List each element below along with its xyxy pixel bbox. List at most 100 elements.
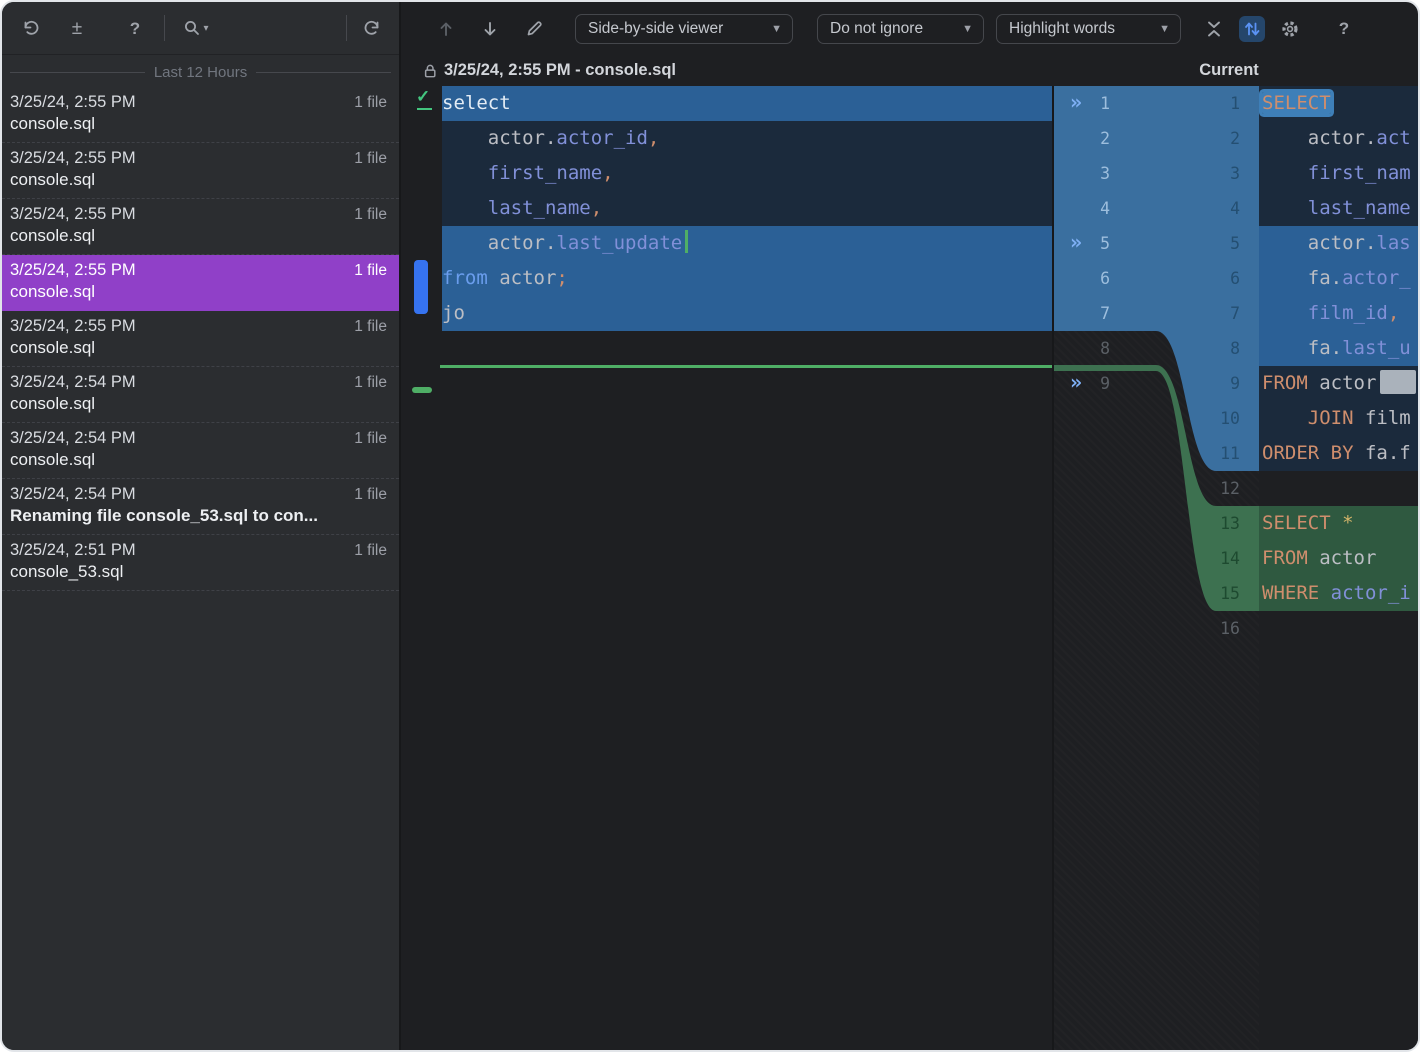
line-number-left[interactable]: 1: [1054, 86, 1110, 121]
history-entry[interactable]: 3/25/24, 2:55 PM 1 file console.sql: [2, 87, 399, 143]
line-number-left[interactable]: 4: [1054, 191, 1110, 226]
line-number-right[interactable]: 6: [1200, 261, 1240, 296]
code-line[interactable]: first_nam: [1259, 156, 1418, 191]
code-line[interactable]: last_name,: [442, 191, 1052, 226]
highlight-mode-dropdown[interactable]: Highlight words ▼: [996, 13, 1181, 44]
code-line[interactable]: actor.act: [1259, 121, 1418, 156]
code-line[interactable]: first_name,: [442, 156, 1052, 191]
code-token: actor: [1307, 547, 1377, 569]
code-line[interactable]: from actor;: [442, 261, 1052, 296]
settings-icon[interactable]: [1277, 16, 1303, 42]
line-number-right[interactable]: 3: [1200, 156, 1240, 191]
code-token: first_nam: [1307, 162, 1411, 184]
code-line[interactable]: [442, 366, 1052, 401]
code-line[interactable]: ORDER BY fa.f: [1259, 436, 1418, 471]
code-line[interactable]: FROM actor: [1259, 366, 1418, 401]
code-token: actor.: [1262, 127, 1377, 149]
line-number-right[interactable]: 7: [1200, 296, 1240, 331]
code-line[interactable]: SELECT: [1259, 86, 1418, 121]
collapse-unchanged-icon[interactable]: [1201, 16, 1227, 42]
history-entry[interactable]: 3/25/24, 2:54 PM 1 file console.sql: [2, 367, 399, 423]
code-line[interactable]: jo: [442, 296, 1052, 331]
code-token: FROM: [1262, 372, 1308, 394]
code-token: ,: [1387, 302, 1400, 324]
line-number-left[interactable]: 5: [1054, 226, 1110, 261]
next-change-icon[interactable]: [477, 16, 503, 42]
search-icon[interactable]: ▾: [177, 15, 215, 41]
code-line[interactable]: FROM actor: [1259, 541, 1418, 576]
old-version-pane[interactable]: ✓ select actor.actor_id, first_name, las…: [410, 86, 1052, 1050]
history-entry[interactable]: 3/25/24, 2:54 PM 1 file Renaming file cons…: [2, 479, 399, 535]
history-entry[interactable]: 3/25/24, 2:55 PM 1 file console.sql: [2, 199, 399, 255]
code-line[interactable]: SELECT *: [1259, 506, 1418, 541]
line-number-right[interactable]: 16: [1200, 611, 1240, 646]
line-number-right[interactable]: 13: [1200, 506, 1240, 541]
line-number-right[interactable]: 5: [1200, 226, 1240, 261]
code-line[interactable]: actor.last_update: [442, 226, 1052, 261]
revert-icon[interactable]: [359, 15, 385, 41]
line-number-left[interactable]: 9: [1054, 366, 1110, 401]
line-number-right[interactable]: 10: [1200, 401, 1240, 436]
toolbar-separator: [164, 15, 165, 41]
sync-scrolling-icon[interactable]: [1239, 15, 1265, 42]
current-version-pane[interactable]: SELECT actor.act first_nam last_name act…: [1259, 86, 1418, 1050]
line-number-right[interactable]: 15: [1200, 576, 1240, 611]
line-number-right[interactable]: 14: [1200, 541, 1240, 576]
code-line[interactable]: fa.actor_: [1259, 261, 1418, 296]
code-token: jo: [442, 302, 465, 324]
undo-icon[interactable]: [18, 15, 44, 41]
history-entry[interactable]: 3/25/24, 2:55 PM 1 file console.sql: [2, 255, 399, 311]
line-number-left[interactable]: 6: [1054, 261, 1110, 296]
history-entry[interactable]: 3/25/24, 2:51 PM 1 file console_53.sql: [2, 535, 399, 591]
code-line[interactable]: film_id,: [1259, 296, 1418, 331]
line-number-right[interactable]: 12: [1200, 471, 1240, 506]
code-line[interactable]: fa.last_u: [1259, 331, 1418, 366]
code-line[interactable]: actor.las: [1259, 226, 1418, 261]
show-diff-icon[interactable]: ±: [64, 15, 90, 41]
code-line[interactable]: [442, 331, 1052, 366]
line-number-right[interactable]: 11: [1200, 436, 1240, 471]
previous-change-icon[interactable]: [433, 16, 459, 42]
line-number-right[interactable]: 9: [1200, 366, 1240, 401]
line-number-right[interactable]: 4: [1200, 191, 1240, 226]
code-token: last_update: [556, 232, 683, 254]
code-line[interactable]: last_name: [1259, 191, 1418, 226]
entry-timestamp: 3/25/24, 2:54 PM: [10, 373, 136, 391]
line-number-left[interactable]: 8: [1054, 331, 1110, 366]
code-token: *: [1342, 512, 1354, 534]
history-entry[interactable]: 3/25/24, 2:54 PM 1 file console.sql: [2, 423, 399, 479]
highlight-mode-label: Highlight words: [1009, 19, 1115, 37]
entry-file-count: 1 file: [354, 374, 387, 391]
diff-viewer: Side-by-side viewer ▼ Do not ignore ▼ Hi…: [403, 2, 1418, 1050]
line-number-left[interactable]: 2: [1054, 121, 1110, 156]
entry-meta-row: 3/25/24, 2:51 PM 1 file: [10, 541, 387, 560]
ignore-policy-dropdown[interactable]: Do not ignore ▼: [817, 13, 984, 44]
entry-file-count: 1 file: [354, 150, 387, 167]
line-number-right[interactable]: 2: [1200, 121, 1240, 156]
code-line[interactable]: actor.actor_id,: [442, 121, 1052, 156]
code-line[interactable]: [1259, 611, 1418, 646]
help-icon[interactable]: ?: [122, 15, 148, 41]
code-token: last_name: [487, 197, 591, 219]
help-icon[interactable]: ?: [1331, 16, 1357, 42]
line-number-left[interactable]: 3: [1054, 156, 1110, 191]
line-number-right[interactable]: 1: [1200, 86, 1240, 121]
sidebar-toolbar: ± ? ▾: [2, 2, 399, 55]
line-number-right[interactable]: 8: [1200, 331, 1240, 366]
line-number-left[interactable]: 7: [1054, 296, 1110, 331]
code-line[interactable]: JOIN film: [1259, 401, 1418, 436]
code-line[interactable]: WHERE actor_i: [1259, 576, 1418, 611]
inserted-lines-marker: [412, 387, 432, 393]
edit-icon[interactable]: [521, 16, 547, 42]
code-token: ,: [590, 197, 603, 219]
viewer-mode-dropdown[interactable]: Side-by-side viewer ▼: [575, 13, 793, 44]
code-line[interactable]: select: [442, 86, 1052, 121]
history-entry[interactable]: 3/25/24, 2:55 PM 1 file console.sql: [2, 143, 399, 199]
history-entry[interactable]: 3/25/24, 2:55 PM 1 file console.sql: [2, 311, 399, 367]
entry-file-count: 1 file: [354, 430, 387, 447]
entry-timestamp: 3/25/24, 2:55 PM: [10, 149, 136, 167]
chevron-down-icon: ▼: [1159, 22, 1170, 35]
code-token: last_u: [1342, 337, 1411, 359]
code-line[interactable]: [1259, 471, 1418, 506]
